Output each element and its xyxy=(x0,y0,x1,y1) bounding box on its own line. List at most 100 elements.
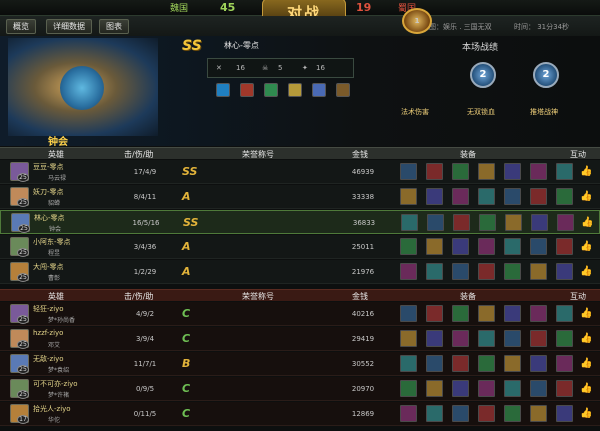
equip-item-icon[interactable] xyxy=(426,238,443,255)
thumbs-up-icon[interactable]: 👍 xyxy=(580,408,592,419)
equip-item-icon[interactable] xyxy=(530,405,547,422)
equip-item-icon[interactable] xyxy=(400,405,417,422)
equip-item-icon[interactable] xyxy=(452,355,469,372)
equip-item-icon[interactable] xyxy=(400,238,417,255)
equip-item-icon[interactable] xyxy=(556,330,573,347)
equip-item-icon[interactable] xyxy=(452,405,469,422)
player-row[interactable]: 25 可不可亦-ziyo 梦*许褚 0/9/5 C 20970 👍 xyxy=(0,377,600,401)
player-row[interactable]: 25 轻狂-ziyo 梦*孙尚香 4/9/2 C 40216 👍 xyxy=(0,302,600,326)
equip-item-icon[interactable] xyxy=(531,214,548,231)
thumbs-up-icon[interactable]: 👍 xyxy=(580,383,592,394)
equip-item-icon[interactable] xyxy=(504,238,521,255)
player-name[interactable]: 妖刀-零点 xyxy=(33,187,64,197)
equip-item-icon[interactable] xyxy=(427,214,444,231)
equip-item-icon[interactable] xyxy=(478,305,495,322)
thumbs-up-icon[interactable]: 👍 xyxy=(580,191,592,202)
equip-item-icon[interactable] xyxy=(556,355,573,372)
player-row[interactable]: 25 无敌-ziyo 梦*袁绍 11/7/1 B 30552 👍 xyxy=(0,352,600,376)
equip-item-icon[interactable] xyxy=(504,380,521,397)
player-row[interactable]: 25 大闯-零点 曹彰 1/2/29 A 21976 👍 xyxy=(0,260,600,284)
equip-item-icon[interactable] xyxy=(478,355,495,372)
equip-item-icon[interactable] xyxy=(504,163,521,180)
equip-item-icon[interactable] xyxy=(452,188,469,205)
player-name[interactable]: 大闯-零点 xyxy=(33,262,64,272)
equip-item-icon[interactable] xyxy=(478,330,495,347)
thumbs-up-icon[interactable]: 👍 xyxy=(580,241,592,252)
equip-item-icon[interactable] xyxy=(400,330,417,347)
equip-item-icon[interactable] xyxy=(504,355,521,372)
equip-item-icon[interactable] xyxy=(530,263,547,280)
player-name[interactable]: 可不可亦-ziyo xyxy=(33,379,78,389)
equip-item-icon[interactable] xyxy=(478,405,495,422)
equip-item-icon[interactable] xyxy=(400,163,417,180)
equip-item-icon[interactable] xyxy=(504,188,521,205)
player-row[interactable]: 25 豆豆-零点 马云禄 17/4/9 SS 46939 👍 xyxy=(0,160,600,184)
player-row[interactable]: 25 小阿东-零点 程昱 3/4/36 A 25011 👍 xyxy=(0,235,600,259)
equip-item-icon[interactable] xyxy=(452,330,469,347)
player-name[interactable]: 拾光人-ziyo xyxy=(33,404,71,414)
equip-item-icon[interactable] xyxy=(400,188,417,205)
equip-item-icon[interactable] xyxy=(530,188,547,205)
equip-item-icon[interactable] xyxy=(504,405,521,422)
equip-item-icon[interactable] xyxy=(401,214,418,231)
tab-detail-data[interactable]: 详细数据 xyxy=(46,19,92,34)
equip-item-icon[interactable] xyxy=(505,214,522,231)
equip-item-icon[interactable] xyxy=(478,380,495,397)
equip-item-icon[interactable] xyxy=(452,238,469,255)
player-name[interactable]: 豆豆-零点 xyxy=(33,162,64,172)
equip-item-icon[interactable] xyxy=(452,263,469,280)
thumbs-up-icon[interactable]: 👍 xyxy=(580,358,592,369)
equip-item-icon[interactable] xyxy=(557,214,574,231)
equip-item-icon[interactable] xyxy=(426,330,443,347)
equip-item-icon[interactable] xyxy=(453,214,470,231)
thumbs-up-icon[interactable]: 👍 xyxy=(580,166,592,177)
equip-item-icon[interactable] xyxy=(478,263,495,280)
equip-item-icon[interactable] xyxy=(479,214,496,231)
equip-item-icon[interactable] xyxy=(426,263,443,280)
thumbs-up-icon[interactable]: 👍 xyxy=(580,308,592,319)
tab-charts[interactable]: 图表 xyxy=(99,19,129,34)
equip-item-icon[interactable] xyxy=(530,305,547,322)
equip-item-icon[interactable] xyxy=(530,163,547,180)
equip-item-icon[interactable] xyxy=(478,163,495,180)
player-row[interactable]: 25 妖刀-零点 貂蝉 8/4/11 A 33338 👍 xyxy=(0,185,600,209)
equip-item-icon[interactable] xyxy=(452,163,469,180)
equip-item-icon[interactable] xyxy=(556,238,573,255)
equip-item-icon[interactable] xyxy=(478,188,495,205)
equip-item-icon[interactable] xyxy=(556,380,573,397)
equip-item-icon[interactable] xyxy=(556,188,573,205)
equip-item-icon[interactable] xyxy=(504,305,521,322)
player-row[interactable]: 25 林心-零点 钟会 16/5/16 SS 36833 👍 xyxy=(0,210,600,234)
equip-item-icon[interactable] xyxy=(426,163,443,180)
tab-overview[interactable]: 概览 xyxy=(6,19,36,34)
equip-item-icon[interactable] xyxy=(452,305,469,322)
equip-item-icon[interactable] xyxy=(504,330,521,347)
player-name[interactable]: 轻狂-ziyo xyxy=(33,304,64,314)
player-row[interactable]: 25 hzzf-ziyo 邓艾 3/9/4 C 29419 👍 xyxy=(0,327,600,351)
equip-item-icon[interactable] xyxy=(426,305,443,322)
player-name[interactable]: 林心-零点 xyxy=(34,213,65,223)
equip-item-icon[interactable] xyxy=(556,305,573,322)
player-row[interactable]: 17 拾光人-ziyo 华佗 0/11/5 C 12869 👍 xyxy=(0,402,600,426)
player-name[interactable]: 无敌-ziyo xyxy=(33,354,64,364)
equip-item-icon[interactable] xyxy=(530,380,547,397)
thumbs-up-icon[interactable]: 👍 xyxy=(580,333,592,344)
thumbs-up-icon[interactable]: 👍 xyxy=(581,217,593,228)
equip-item-icon[interactable] xyxy=(556,263,573,280)
equip-item-icon[interactable] xyxy=(400,305,417,322)
equip-item-icon[interactable] xyxy=(452,380,469,397)
equip-item-icon[interactable] xyxy=(400,355,417,372)
equip-item-icon[interactable] xyxy=(530,355,547,372)
equip-item-icon[interactable] xyxy=(556,163,573,180)
equip-item-icon[interactable] xyxy=(426,188,443,205)
thumbs-up-icon[interactable]: 👍 xyxy=(580,266,592,277)
equip-item-icon[interactable] xyxy=(478,238,495,255)
equip-item-icon[interactable] xyxy=(400,380,417,397)
equip-item-icon[interactable] xyxy=(426,355,443,372)
equip-item-icon[interactable] xyxy=(400,263,417,280)
equip-item-icon[interactable] xyxy=(530,238,547,255)
player-name[interactable]: 小阿东-零点 xyxy=(33,237,71,247)
equip-item-icon[interactable] xyxy=(426,380,443,397)
equip-item-icon[interactable] xyxy=(556,405,573,422)
player-name[interactable]: hzzf-ziyo xyxy=(33,329,63,337)
